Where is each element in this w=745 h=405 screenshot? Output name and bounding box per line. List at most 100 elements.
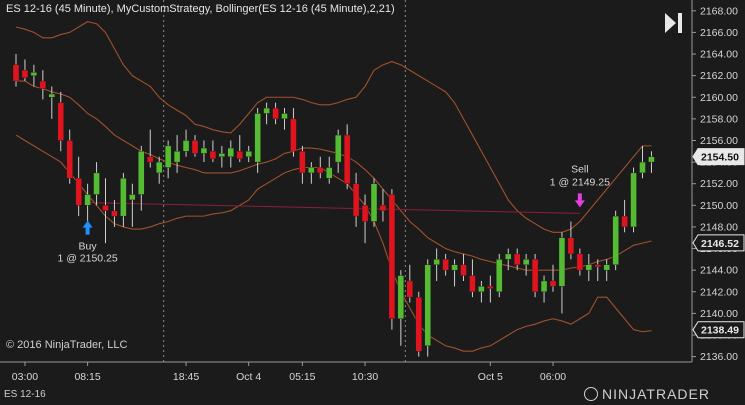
chart-panel[interactable]: 2136.002138.002140.002142.002144.002146.… bbox=[0, 0, 745, 405]
candle-down[interactable] bbox=[209, 151, 217, 160]
candle-up[interactable] bbox=[451, 264, 458, 271]
candle-down[interactable] bbox=[576, 253, 584, 271]
candle-down[interactable] bbox=[379, 205, 387, 211]
candle-down[interactable] bbox=[343, 134, 351, 184]
price-marker-label: 2154.50 bbox=[701, 152, 739, 164]
candle-up[interactable] bbox=[630, 172, 637, 228]
y-tick-label: 2168.00 bbox=[700, 5, 738, 17]
y-tick-label: 2166.00 bbox=[700, 27, 738, 39]
candle-up[interactable] bbox=[558, 237, 566, 287]
candle-down[interactable] bbox=[352, 183, 360, 217]
copyright-text: © 2016 NinjaTrader, LLC bbox=[6, 339, 128, 351]
candle-up[interactable] bbox=[84, 194, 91, 206]
candle-up[interactable] bbox=[200, 147, 208, 154]
candle-down[interactable] bbox=[191, 140, 199, 154]
x-tick-label: 08:15 bbox=[74, 371, 100, 383]
candle-down[interactable] bbox=[290, 118, 297, 152]
candle-up[interactable] bbox=[335, 134, 342, 163]
candle-up[interactable] bbox=[522, 259, 530, 265]
candle-up[interactable] bbox=[254, 113, 261, 163]
candle-down[interactable] bbox=[236, 151, 243, 160]
candle-up[interactable] bbox=[138, 151, 145, 195]
candle-up[interactable] bbox=[164, 145, 172, 168]
candle-up[interactable] bbox=[585, 264, 592, 271]
candle-up[interactable] bbox=[496, 259, 503, 292]
candle-up[interactable] bbox=[433, 259, 440, 265]
candle-up[interactable] bbox=[155, 161, 163, 174]
candle-up[interactable] bbox=[397, 275, 405, 319]
x-tick-label: Oct 5 bbox=[478, 371, 503, 383]
candle-down[interactable] bbox=[361, 205, 369, 222]
candle-down[interactable] bbox=[406, 280, 413, 298]
candle-up[interactable] bbox=[218, 153, 226, 157]
candle-up[interactable] bbox=[326, 167, 333, 179]
candle-up[interactable] bbox=[505, 253, 512, 260]
play-pause-icon[interactable] bbox=[662, 10, 684, 36]
candle-up[interactable] bbox=[308, 167, 315, 174]
candle-down[interactable] bbox=[21, 70, 29, 79]
candle-up[interactable] bbox=[48, 93, 55, 98]
candle-up[interactable] bbox=[612, 215, 619, 265]
buy-label: Buy bbox=[79, 241, 98, 253]
candle-up[interactable] bbox=[245, 151, 252, 157]
candle-up[interactable] bbox=[639, 161, 646, 174]
candle-down[interactable] bbox=[621, 215, 628, 228]
x-tick-label: 10:30 bbox=[352, 371, 378, 383]
candle-up[interactable] bbox=[227, 147, 235, 157]
candle-down[interactable] bbox=[514, 253, 521, 265]
chart-title: ES 12-16 (45 Minute), MyCustomStrategy, … bbox=[6, 3, 395, 15]
price-marker-label: 2138.49 bbox=[701, 325, 739, 337]
candle-down[interactable] bbox=[460, 264, 467, 276]
y-tick-label: 2164.00 bbox=[700, 49, 738, 61]
candle-down[interactable] bbox=[549, 280, 557, 287]
candle-up[interactable] bbox=[182, 140, 190, 152]
brand-logo: NINJATRADER bbox=[584, 386, 710, 402]
candle-down[interactable] bbox=[111, 210, 118, 217]
candle-down[interactable] bbox=[66, 140, 73, 179]
candle-up[interactable] bbox=[540, 280, 548, 292]
candle-down[interactable] bbox=[102, 205, 109, 211]
candle-up[interactable] bbox=[424, 264, 431, 346]
candle-down[interactable] bbox=[57, 102, 64, 141]
sell-fill-label: 1 @ 2149.25 bbox=[550, 176, 610, 188]
candle-up[interactable] bbox=[263, 107, 270, 114]
instrument-tab[interactable]: ES 12-16 bbox=[4, 389, 46, 400]
candle-up[interactable] bbox=[30, 72, 38, 76]
candle-down[interactable] bbox=[388, 194, 396, 319]
price-marker-label: 2146.52 bbox=[701, 238, 739, 250]
y-tick-label: 2152.00 bbox=[700, 178, 738, 190]
candle-up[interactable] bbox=[648, 156, 655, 163]
candle-down[interactable] bbox=[75, 178, 82, 206]
candle-down[interactable] bbox=[487, 286, 494, 289]
candle-down[interactable] bbox=[469, 275, 476, 292]
candle-up[interactable] bbox=[281, 113, 288, 120]
candle-up[interactable] bbox=[93, 172, 100, 195]
ninjatrader-logo-icon bbox=[584, 387, 598, 401]
candle-down[interactable] bbox=[415, 296, 422, 352]
candle-down[interactable] bbox=[12, 64, 20, 82]
candle-up[interactable] bbox=[173, 151, 181, 163]
sell-label: Sell bbox=[571, 163, 589, 175]
candle-up[interactable] bbox=[129, 194, 136, 201]
candle-down[interactable] bbox=[442, 259, 449, 271]
candle-down[interactable] bbox=[317, 167, 324, 174]
candle-down[interactable] bbox=[272, 107, 279, 120]
y-tick-label: 2162.00 bbox=[700, 70, 738, 82]
y-tick-label: 2142.00 bbox=[700, 286, 738, 298]
candle-down[interactable] bbox=[147, 156, 154, 163]
candle-down[interactable] bbox=[594, 264, 601, 268]
candle-up[interactable] bbox=[370, 183, 378, 222]
buy-fill-label: 1 @ 2150.25 bbox=[57, 253, 117, 265]
y-tick-label: 2158.00 bbox=[700, 113, 738, 125]
y-tick-label: 2136.00 bbox=[700, 351, 738, 363]
candle-up[interactable] bbox=[478, 286, 485, 292]
y-tick-label: 2144.00 bbox=[700, 265, 738, 277]
x-tick-label: 18:45 bbox=[173, 371, 199, 383]
candle-down[interactable] bbox=[39, 80, 47, 89]
x-tick-label: 03:00 bbox=[12, 371, 38, 383]
candle-down[interactable] bbox=[299, 151, 306, 174]
candle-up[interactable] bbox=[120, 178, 127, 217]
candle-up[interactable] bbox=[603, 264, 610, 271]
candle-down[interactable] bbox=[567, 237, 575, 255]
candle-down[interactable] bbox=[531, 259, 539, 292]
